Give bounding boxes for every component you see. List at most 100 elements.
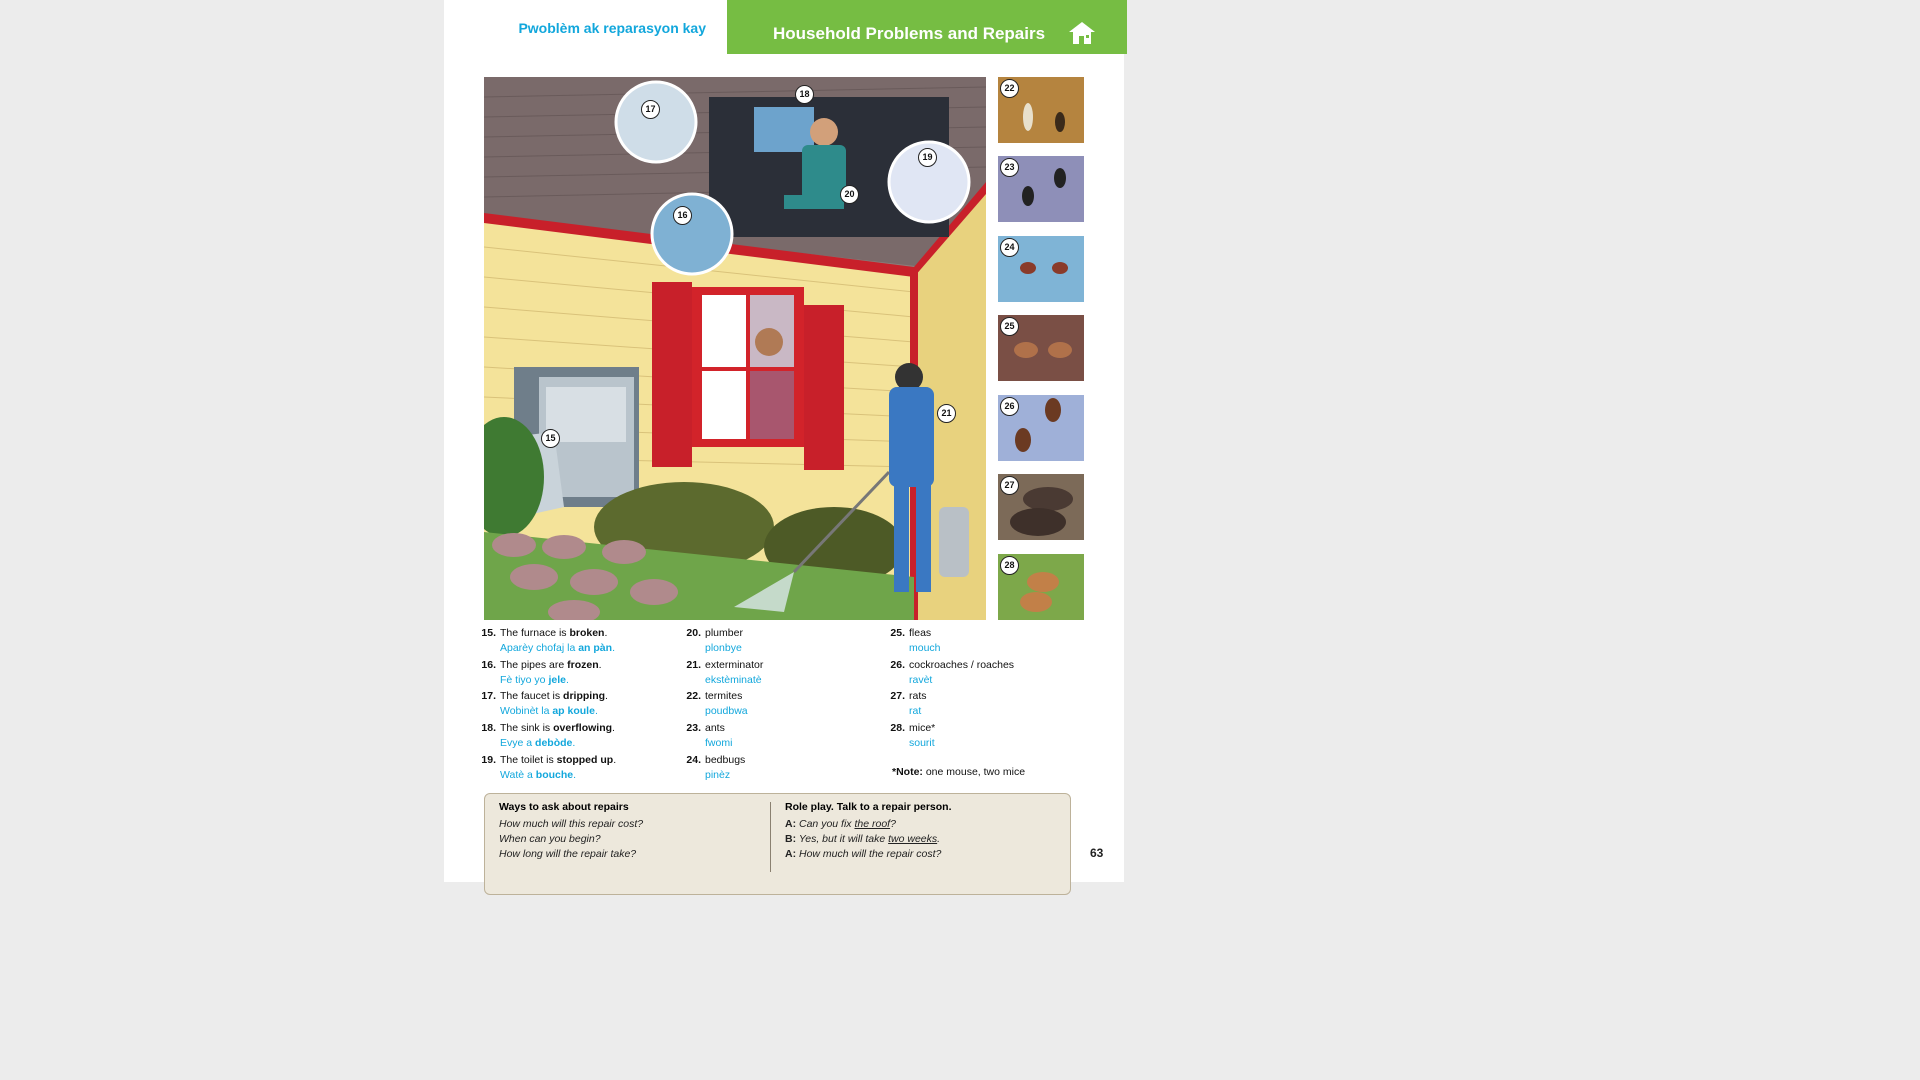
vocab-english-text: . [598,658,602,671]
pest-termites: 22 [998,77,1084,143]
pest-mice: 28 [998,554,1084,620]
vocab-number: 24. [686,753,701,766]
pest-number: 23 [1000,158,1019,177]
ways-line: How much will this repair cost? [499,818,644,830]
vocab-english-keyword: overflowing [553,722,613,735]
callout-20: 20 [840,185,859,204]
vocab-english: ants [705,722,725,734]
vocab-number: 22. [686,690,701,703]
vocab-number: 26. [890,658,905,671]
vocab-number: 20. [686,627,701,639]
vocab-haitian-text: plonbye [705,642,742,654]
textbook-page: Pwoblèm ak reparasyon kay Household Prob… [444,0,1127,895]
dialog-text: How much will the repair cost? [796,848,942,860]
vocab-english-text: termites [705,690,743,703]
vocab-haitian-text: fwomi [705,737,733,750]
callout-21: 21 [937,404,956,423]
dialog-blank: two weeks [888,833,938,845]
vocab-english-keyword: dripping [563,690,606,703]
vocab-haitian-text: poudbwa [705,705,748,718]
vocab-haitian-text: rat [909,705,922,718]
dialog-text: ? [890,818,896,830]
vocab-haitian-text: Wobinèt la [500,705,553,718]
vocab-english: fleas [909,627,931,639]
vocab-english: bedbugs [705,754,745,766]
pest-number: 25 [1000,317,1019,336]
vocab-haitian: poudbwa [705,705,748,717]
vocab-english: termites [705,690,742,702]
vocab-english: rats [909,690,927,702]
vocab-english: The toilet is stopped up. [500,754,616,766]
note-text: one mouse, two mice [922,766,1026,778]
vocab-english-text: plumber [705,627,743,639]
dialog-text: Yes, but it will take [796,833,889,845]
speaker: B: [785,833,797,845]
pest-cockroaches: 26 [998,395,1084,461]
vocab-haitian-text: Fè tiyo yo [500,673,549,686]
vocab-haitian-keyword: an pàn [578,642,613,654]
vocab-number: 27. [890,690,905,703]
callout-18: 18 [795,85,814,104]
pest-number: 24 [1000,238,1019,257]
vocab-haitian-text: . [565,673,569,686]
note: *Note: one mouse, two mice [892,766,1025,778]
vocab-english-text: The furnace is [500,627,570,639]
vocab-number: 17. [481,690,496,703]
vocab-haitian: Aparèy chofaj la an pàn. [500,642,615,654]
vocab-english: The furnace is broken. [500,627,607,639]
vocab-haitian-keyword: bouche [535,768,574,781]
header-band: Household Problems and Repairs [724,0,1127,54]
vocab-number: 25. [890,627,905,639]
dialog-text: . [937,833,941,845]
vocab-haitian: Fè tiyo yo jele. [500,674,569,686]
role-play-title: Role play. Talk to a repair person. [785,801,952,813]
vocab-haitian: Watè a bouche. [500,769,576,781]
vocab-number: 28. [890,722,905,735]
pest-number: 27 [1000,476,1019,495]
callout-17: 17 [641,100,660,119]
vocab-haitian: Wobinèt la ap koule. [500,705,598,717]
vocab-english-text: The pipes are [500,658,568,671]
house-scene [484,77,986,620]
dialog-line: A: Can you fix the roof? [785,818,952,833]
header-title-english: Household Problems and Repairs [773,24,1046,43]
vocab-english-text: rats [909,690,927,703]
vocab-english: mice* [909,722,935,734]
vocab-number: 19. [481,753,496,766]
vocab-haitian-text: Evye a [500,737,536,750]
vocab-english-text: . [605,690,608,703]
dialog-line: B: Yes, but it will take two weeks. [785,833,952,848]
vocab-haitian: plonbye [705,642,742,654]
vocab-haitian: mouch [909,642,941,654]
pest-fleas: 25 [998,315,1084,381]
callout-19: 19 [918,148,937,167]
house-icon [1069,22,1095,44]
vocab-haitian-keyword: ap koule [552,705,595,718]
vocab-english: The pipes are frozen. [500,659,602,671]
vocab-haitian-keyword: jele [548,673,566,686]
pest-bedbugs: 24 [998,236,1084,302]
speaker: A: [785,848,797,860]
vocab-haitian: rat [909,705,921,717]
vocab-haitian-text: . [612,642,615,654]
repairs-box: Ways to ask about repairs How much will … [484,793,1071,895]
vocab-english: exterminator [705,659,763,671]
house-illustration: 17 18 19 16 20 21 15 [484,77,986,620]
ways-to-ask-section: Ways to ask about repairs How much will … [499,801,643,863]
vocab-english-text: cockroaches / roaches [909,658,1015,671]
vocab-haitian-text: pinèz [705,768,731,781]
pest-ants: 23 [998,156,1084,222]
role-play-section: Role play. Talk to a repair person. A: C… [785,801,952,863]
vocab-number: 23. [686,722,701,735]
pest-number: 22 [1000,79,1019,98]
vocab-english-text: . [612,722,615,735]
vocab-haitian: sourit [909,737,935,749]
vocab-english-text: bedbugs [705,753,746,766]
vocab-number: 18. [481,722,496,735]
ways-title: Ways to ask about repairs [499,801,629,813]
pest-rats: 27 [998,474,1084,540]
vocab-haitian: fwomi [705,737,732,749]
vocab-haitian: Evye a debòde. [500,737,575,749]
vocab-haitian-text: sourit [909,737,935,750]
vocab-english-text: ants [705,722,725,735]
